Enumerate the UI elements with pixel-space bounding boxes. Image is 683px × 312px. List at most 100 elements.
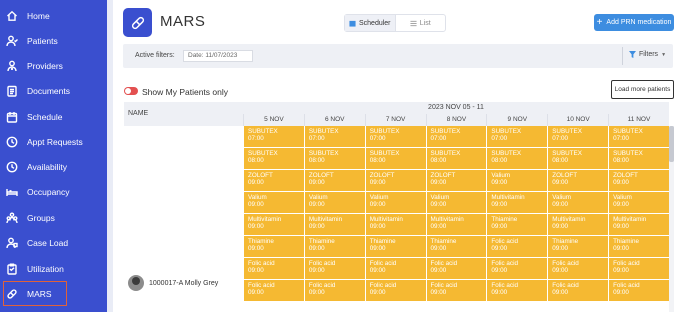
medication-cell[interactable]: Folic acid 09:00	[303, 280, 365, 302]
medication-cell[interactable]: Thiamine 09:00	[608, 236, 669, 258]
medication-time: 09:00	[491, 179, 508, 186]
medication-cell[interactable]: Thiamine 09:00	[303, 236, 365, 258]
sidebar-scrollbar[interactable]	[107, 0, 113, 312]
my-patients-toggle[interactable]	[124, 87, 138, 95]
medication-name: SUBUTEX	[491, 150, 522, 157]
medication-cell[interactable]: Thiamine 09:00	[486, 214, 548, 236]
medication-cell[interactable]: Folic acid 09:00	[243, 280, 304, 302]
day-header: 6 NOV	[303, 114, 365, 126]
medication-cell[interactable]: Folic acid 09:00	[547, 258, 609, 280]
medication-cell[interactable]: ZOLOFT 09:00	[547, 170, 609, 192]
medication-cell[interactable]: ZOLOFT 09:00	[364, 170, 426, 192]
medication-cell[interactable]: Folic acid 09:00	[243, 258, 304, 280]
medication-cell[interactable]: SUBUTEX 07:00	[547, 126, 609, 148]
medication-row: Folic acid 09:00 Folic acid 09:00 Folic acid…	[243, 258, 669, 280]
add-prn-medication-button[interactable]: + Add PRN medication	[594, 14, 674, 31]
medication-time: 09:00	[552, 179, 568, 186]
medication-cell[interactable]: Folic acid 09:00	[486, 280, 548, 302]
filters-button[interactable]: Filters ▼	[629, 51, 666, 58]
medication-time: 09:00	[308, 289, 325, 296]
medication-cell[interactable]: Thiamine 09:00	[243, 236, 304, 258]
sidebar-item-documents[interactable]: Documents	[0, 78, 107, 103]
medication-row: SUBUTEX 07:00 SUBUTEX 07:00 SUBUTEX 07:00 SUBU…	[243, 126, 669, 148]
medication-cell[interactable]: SUBUTEX 08:00	[547, 148, 609, 170]
medication-cell[interactable]: Valium 09:00	[364, 192, 426, 214]
medication-cell[interactable]: SUBUTEX 07:00	[303, 126, 365, 148]
avatar	[128, 275, 144, 291]
medication-cell[interactable]: Folic acid 09:00	[364, 258, 426, 280]
sidebar-item-home[interactable]: Home	[0, 3, 107, 28]
medication-cell[interactable]: Thiamine 09:00	[425, 236, 487, 258]
medication-name: Multivitamin	[308, 216, 343, 223]
medication-cell[interactable]: SUBUTEX 07:00	[243, 126, 304, 148]
medication-time: 09:00	[491, 245, 508, 252]
medication-cell[interactable]: Valium 09:00	[243, 192, 304, 214]
medication-cell[interactable]: Folic acid 09:00	[425, 280, 487, 302]
sidebar-item-providers[interactable]: Providers	[0, 53, 107, 78]
grid-scrollbar-thumb[interactable]	[669, 126, 674, 162]
medication-cell[interactable]: Multivitamin 09:00	[608, 214, 669, 236]
medication-cell[interactable]: ZOLOFT 09:00	[243, 170, 304, 192]
medication-time: 09:00	[613, 267, 629, 274]
medication-cell[interactable]: Folic acid 09:00	[303, 258, 365, 280]
medication-cell[interactable]: SUBUTEX 08:00	[303, 148, 365, 170]
medication-cell[interactable]: Folic acid 09:00	[608, 280, 669, 302]
filters-label: Filters	[639, 51, 659, 58]
medication-name: SUBUTEX	[248, 128, 278, 135]
medication-cell[interactable]: Thiamine 09:00	[364, 236, 426, 258]
sidebar-item-patients[interactable]: Patients	[0, 28, 107, 53]
sidebar-item-case-load[interactable]: Case Load	[0, 230, 107, 255]
medication-time: 09:00	[430, 267, 447, 274]
medication-cell[interactable]: SUBUTEX 07:00	[486, 126, 548, 148]
sidebar-item-occupancy[interactable]: Occupancy	[0, 179, 107, 204]
medication-cell[interactable]: SUBUTEX 08:00	[243, 148, 304, 170]
medication-cell[interactable]: Valium 09:00	[486, 170, 548, 192]
medication-cell[interactable]: Valium 09:00	[608, 192, 669, 214]
medication-cell[interactable]: Folic acid 09:00	[547, 280, 609, 302]
medication-name: Folic acid	[248, 282, 275, 289]
medication-cell[interactable]: SUBUTEX 07:00	[425, 126, 487, 148]
medication-cell[interactable]: SUBUTEX 08:00	[425, 148, 487, 170]
day-header: 9 NOV	[486, 114, 548, 126]
medication-cell[interactable]: Folic acid 09:00	[486, 236, 548, 258]
medication-time: 08:00	[491, 157, 508, 164]
medication-cell[interactable]: SUBUTEX 07:00	[608, 126, 669, 148]
medication-time: 09:00	[430, 201, 447, 208]
medication-cell[interactable]: Multivitamin 09:00	[364, 214, 426, 236]
medication-cell[interactable]: Multivitamin 09:00	[303, 214, 365, 236]
sidebar-item-utilization[interactable]: Utilization	[0, 256, 107, 281]
load-more-patients-button[interactable]: Load more patients	[611, 80, 674, 99]
list-view-button[interactable]: List	[396, 15, 446, 31]
medication-cell[interactable]: Multivitamin 09:00	[486, 192, 548, 214]
patient-name[interactable]: 1000017-A Molly Grey	[149, 280, 218, 287]
medication-grid: SUBUTEX 07:00 SUBUTEX 07:00 SUBUTEX 07:00 SUBU…	[243, 126, 669, 312]
medication-cell[interactable]: Folic acid 09:00	[608, 258, 669, 280]
medication-name: Folic acid	[369, 260, 397, 267]
medication-cell[interactable]: ZOLOFT 09:00	[425, 170, 487, 192]
date-filter-chip[interactable]: Date: 11/07/2023	[183, 50, 253, 62]
sidebar-item-groups[interactable]: Groups	[0, 205, 107, 230]
medication-cell[interactable]: ZOLOFT 09:00	[608, 170, 669, 192]
medication-cell[interactable]: Multivitamin 09:00	[425, 214, 487, 236]
medication-cell[interactable]: SUBUTEX 08:00	[364, 148, 426, 170]
medication-cell[interactable]: Multivitamin 09:00	[243, 214, 304, 236]
medication-cell[interactable]: Folic acid 09:00	[364, 280, 426, 302]
medication-time: 08:00	[369, 157, 386, 164]
sidebar-item-mars[interactable]: MARS	[3, 281, 67, 306]
medication-cell[interactable]: Thiamine 09:00	[547, 236, 609, 258]
medication-cell[interactable]: SUBUTEX 08:00	[486, 148, 548, 170]
medication-cell[interactable]: Valium 09:00	[425, 192, 487, 214]
sidebar-item-availability[interactable]: Availability	[0, 154, 107, 179]
medication-cell[interactable]: SUBUTEX 08:00	[608, 148, 669, 170]
medication-cell[interactable]: SUBUTEX 07:00	[364, 126, 426, 148]
sidebar-item-label: Home	[27, 10, 50, 21]
medication-cell[interactable]: ZOLOFT 09:00	[303, 170, 365, 192]
medication-cell[interactable]: Valium 09:00	[547, 192, 609, 214]
scheduler-view-button[interactable]: Scheduler	[345, 15, 396, 31]
medication-cell[interactable]: Folic acid 09:00	[425, 258, 487, 280]
medication-cell[interactable]: Multivitamin 09:00	[547, 214, 609, 236]
sidebar-item-schedule[interactable]: Schedule	[0, 104, 107, 129]
sidebar-item-appt-requests[interactable]: Appt Requests	[0, 129, 107, 154]
medication-cell[interactable]: Folic acid 09:00	[486, 258, 548, 280]
medication-cell[interactable]: Valium 09:00	[303, 192, 365, 214]
